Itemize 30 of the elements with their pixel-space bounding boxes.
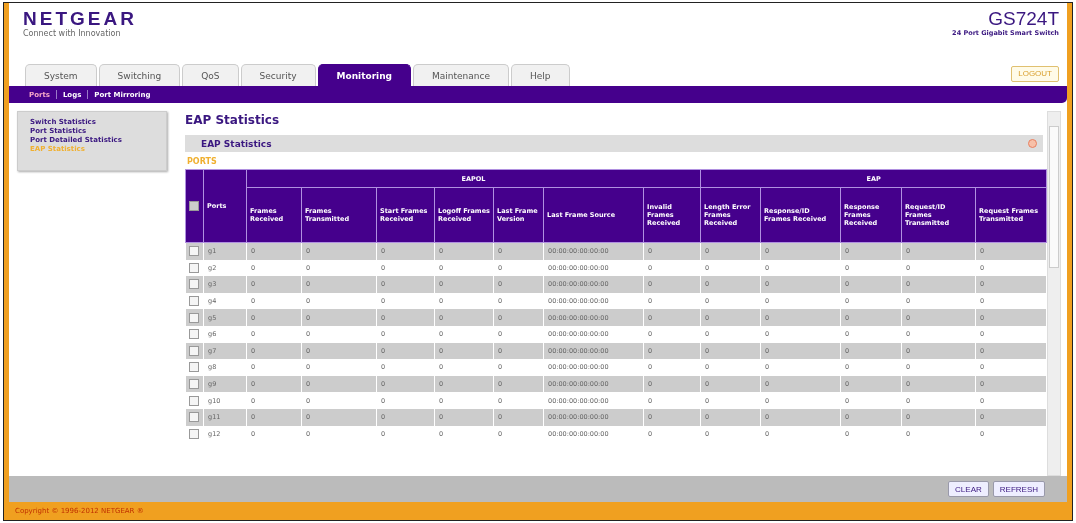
row-checkbox[interactable] <box>188 279 199 290</box>
section-label: PORTS <box>186 156 218 168</box>
row-checkbox[interactable] <box>188 362 199 373</box>
row-checkbox[interactable] <box>188 296 199 307</box>
nav-tab[interactable]: System <box>25 64 97 86</box>
row-checkbox[interactable] <box>188 395 199 406</box>
panel-title: EAP Statistics <box>201 138 272 149</box>
row-checkbox[interactable] <box>188 246 199 257</box>
row-checkbox[interactable] <box>188 345 199 356</box>
nav-tab[interactable]: Help <box>511 64 570 86</box>
nav-tab[interactable]: Monitoring <box>317 64 412 86</box>
page-title: EAP Statistics <box>185 113 281 127</box>
row-checkbox[interactable] <box>188 262 199 273</box>
tagline: Connect with Innovation <box>23 29 122 38</box>
row-checkbox[interactable] <box>188 312 199 323</box>
model-name: GS724T <box>988 9 1059 29</box>
nav-tab[interactable]: Switching <box>98 64 181 86</box>
select-all-checkbox[interactable] <box>189 201 199 211</box>
brand-logo: NETGEAR <box>23 9 137 29</box>
row-checkbox[interactable] <box>188 379 199 390</box>
row-checkbox[interactable] <box>188 329 199 340</box>
row-checkbox[interactable] <box>188 428 199 439</box>
nav-tab[interactable]: Security <box>240 64 316 86</box>
nav-tab[interactable]: QoS <box>182 64 239 86</box>
nav-tab[interactable]: Maintenance <box>413 64 509 86</box>
action-button[interactable]: REFRESH <box>992 481 1045 497</box>
action-button[interactable]: CLEAR <box>948 481 989 497</box>
row-checkbox[interactable] <box>188 412 199 423</box>
scrollbar[interactable] <box>1047 111 1061 476</box>
help-icon[interactable] <box>1028 139 1037 148</box>
